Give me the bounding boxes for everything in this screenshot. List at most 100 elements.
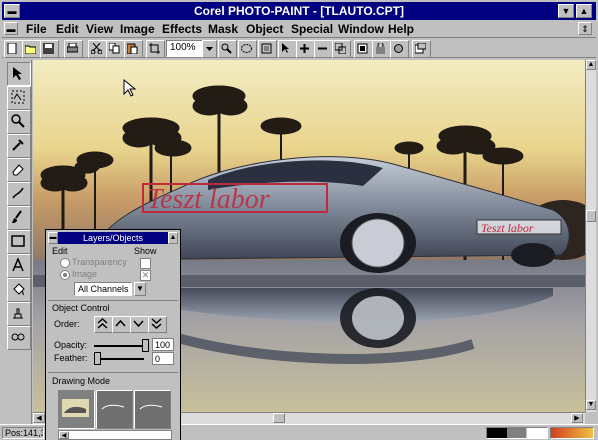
fill-swatch <box>550 427 594 439</box>
zoom-tool-button[interactable] <box>218 40 237 58</box>
forward-one-button[interactable] <box>112 316 131 333</box>
pointer-icon <box>282 43 289 53</box>
eyedropper-tool[interactable] <box>7 134 31 158</box>
menu-view[interactable]: View <box>86 22 113 36</box>
bring-to-front-button[interactable] <box>94 316 113 333</box>
menu-object[interactable]: Object <box>246 22 283 36</box>
select-object-button[interactable] <box>278 40 297 58</box>
drawing-mode-add-button[interactable] <box>96 390 133 429</box>
horizontal-scroll-thumb[interactable] <box>273 413 285 423</box>
scroll-left-button[interactable]: ◀ <box>33 413 45 423</box>
menu-file[interactable]: File <box>26 22 47 36</box>
line-tool[interactable] <box>7 182 31 206</box>
add-object-button[interactable] <box>296 40 315 58</box>
roll-up-icon <box>415 43 426 54</box>
transparency-radio[interactable] <box>60 258 70 268</box>
scroll-up-button[interactable]: ▲ <box>586 60 596 70</box>
freehand-tool[interactable] <box>7 206 31 230</box>
eraser-icon <box>12 164 24 176</box>
opacity-slider-thumb[interactable] <box>142 339 149 352</box>
drawing-mode-normal-button[interactable] <box>58 390 95 429</box>
menu-window[interactable]: Window <box>338 22 384 36</box>
crop-button[interactable] <box>146 40 165 58</box>
copy-button[interactable] <box>106 40 125 58</box>
rectangle-tool[interactable] <box>7 230 31 254</box>
feather-slider-thumb[interactable] <box>94 352 101 365</box>
object-button[interactable] <box>258 40 277 58</box>
new-file-icon <box>7 43 17 54</box>
eyedropper-icon <box>12 139 24 151</box>
transparency-show-checkbox[interactable] <box>140 258 151 269</box>
mask-icon <box>241 44 252 53</box>
edit-column-label: Edit <box>52 246 68 256</box>
paste-button[interactable] <box>124 40 143 58</box>
cut-button[interactable] <box>88 40 107 58</box>
drawing-mode-subtract-button[interactable] <box>134 390 171 429</box>
image-show-checkbox[interactable]: ✕ <box>140 270 151 281</box>
zoom-tool[interactable] <box>7 110 31 134</box>
lock-layer-button[interactable] <box>372 40 391 58</box>
printer-icon <box>67 43 78 53</box>
zoom-dropdown-button[interactable] <box>202 40 217 58</box>
scroll-right-button[interactable]: ▶ <box>571 413 583 423</box>
panel-menu-button[interactable]: ▬ <box>48 232 58 244</box>
scroll-down-button[interactable]: ▼ <box>586 400 596 410</box>
combine-icon <box>335 43 346 54</box>
panel-scroll-left-button[interactable]: ◀ <box>59 431 69 439</box>
new-file-button[interactable] <box>4 40 23 58</box>
panel-scrollbar[interactable]: ◀ <box>58 430 172 440</box>
fill-tool[interactable] <box>7 278 31 302</box>
clone-tool[interactable] <box>7 302 31 326</box>
mask-button[interactable] <box>238 40 257 58</box>
text-tool[interactable] <box>7 254 31 278</box>
send-to-back-button[interactable] <box>148 316 167 333</box>
menu-special[interactable]: Special <box>291 22 333 36</box>
feather-label: Feather: <box>54 353 88 363</box>
roll-up-button[interactable] <box>412 40 431 58</box>
menu-mask[interactable]: Mask <box>208 22 238 36</box>
zoom-level-field[interactable]: 100% <box>166 40 205 57</box>
layer-button[interactable] <box>354 40 373 58</box>
minus-icon <box>318 47 327 50</box>
show-column-label: Show <box>134 246 157 256</box>
save-button[interactable] <box>40 40 59 58</box>
local-undo-tool[interactable] <box>7 158 31 182</box>
rectangle-icon <box>11 235 25 247</box>
effect-tool[interactable] <box>7 326 31 350</box>
opacity-value-field[interactable]: 100 <box>152 338 174 351</box>
feather-slider-track[interactable] <box>94 358 144 360</box>
channels-dropdown-button[interactable]: ▼ <box>134 282 146 296</box>
brush-icon <box>12 210 22 223</box>
vertical-scrollbar[interactable]: ▲ ▼ <box>585 60 596 412</box>
merge-button[interactable] <box>390 40 409 58</box>
vertical-scroll-thumb[interactable] <box>586 210 596 222</box>
open-button[interactable] <box>22 40 41 58</box>
restore-button[interactable]: ⇕ <box>578 22 592 35</box>
feather-value-field[interactable]: 0 <box>152 352 174 365</box>
minimize-button[interactable]: ▼ <box>558 4 574 18</box>
mask-tool[interactable] <box>7 86 31 110</box>
color-indicator <box>486 427 548 439</box>
paint-bucket-icon <box>13 283 25 296</box>
maximize-button[interactable]: ▲ <box>576 4 592 18</box>
back-one-button[interactable] <box>130 316 149 333</box>
subtract-object-button[interactable] <box>314 40 333 58</box>
menu-effects[interactable]: Effects <box>162 22 202 36</box>
image-radio[interactable] <box>60 270 70 280</box>
pick-tool[interactable] <box>7 62 31 86</box>
layers-icon <box>357 43 368 54</box>
document-menu-button[interactable]: ▬ <box>4 22 18 35</box>
menu-edit[interactable]: Edit <box>56 22 79 36</box>
panel-rollup-button[interactable]: ▲ <box>168 232 178 244</box>
object-control-label: Object Control <box>52 303 110 313</box>
menu-help[interactable]: Help <box>388 22 414 36</box>
combine-button[interactable] <box>332 40 351 58</box>
opacity-label: Opacity: <box>54 340 88 350</box>
channels-select[interactable]: All Channels <box>74 282 132 296</box>
magnifier-icon <box>221 43 232 54</box>
print-button[interactable] <box>64 40 83 58</box>
menu-image[interactable]: Image <box>120 22 155 36</box>
paste-icon <box>127 43 138 54</box>
opacity-slider-track[interactable] <box>94 345 144 347</box>
scissors-icon <box>91 43 102 54</box>
